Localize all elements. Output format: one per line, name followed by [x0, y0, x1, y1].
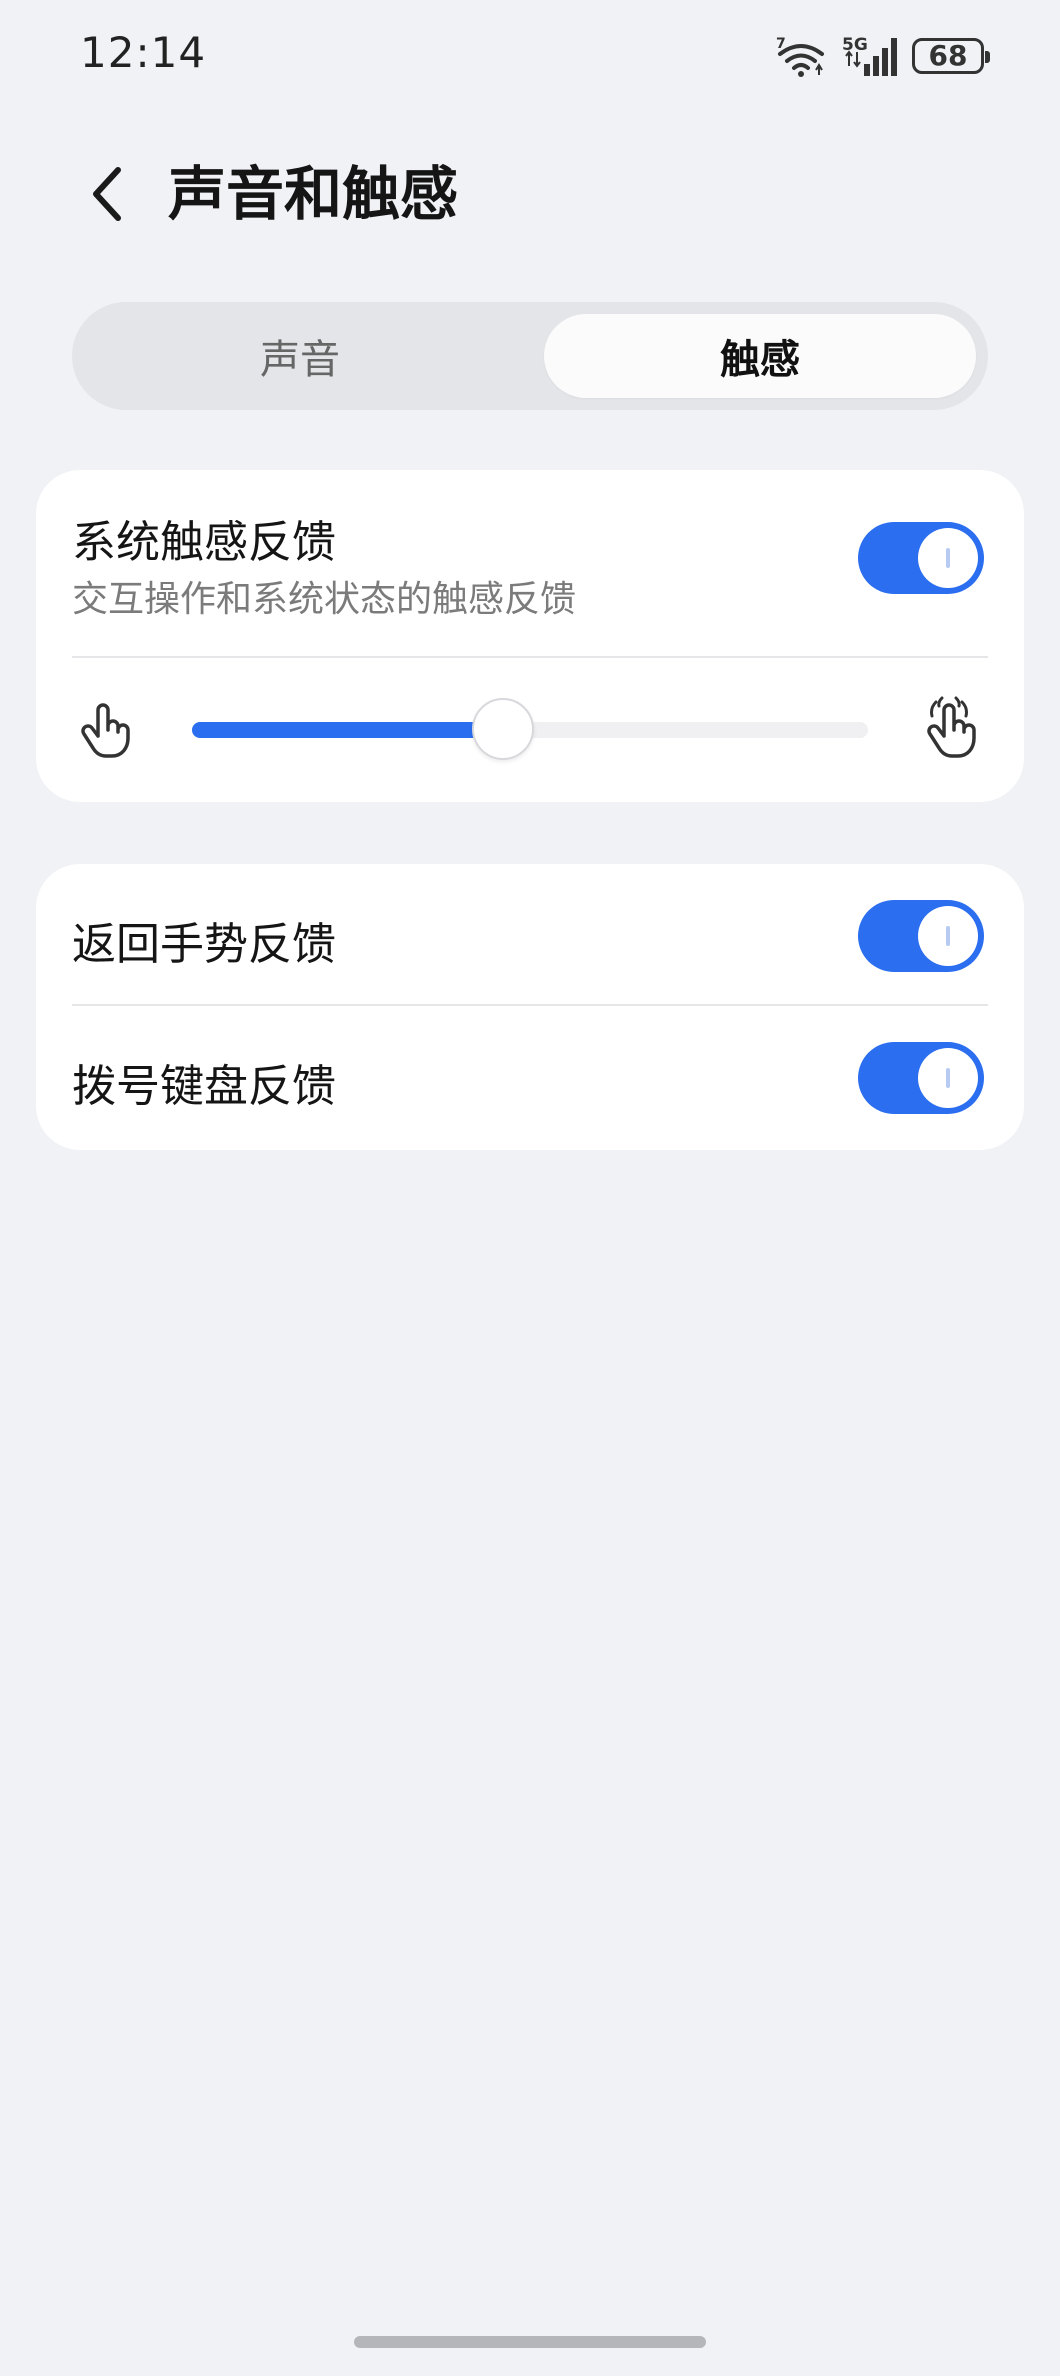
- tab-haptics[interactable]: 触感: [544, 314, 976, 398]
- hand-tap-light-icon: [81, 703, 130, 758]
- system-haptics-card: 系统触感反馈 交互操作和系统状态的触感反馈: [36, 470, 1024, 802]
- slider-fill: [192, 722, 503, 738]
- back-gesture-feedback-label: 返回手势反馈: [72, 919, 336, 970]
- dialpad-feedback-label: 拨号键盘反馈: [72, 1061, 336, 1112]
- slider-thumb[interactable]: [471, 698, 534, 760]
- status-bar: 12:14 7 5G 68: [0, 0, 1060, 110]
- home-indicator[interactable]: [354, 2336, 706, 2348]
- toggle-knob: [918, 1048, 978, 1108]
- status-time: 12:14: [80, 28, 207, 77]
- divider: [72, 656, 988, 658]
- battery-icon: 68: [912, 38, 990, 74]
- dialpad-feedback-toggle[interactable]: [858, 1042, 984, 1114]
- hand-tap-strong-icon: [927, 696, 976, 758]
- header: 声音和触感: [0, 140, 1060, 240]
- tab-bar: 声音 触感: [72, 302, 988, 410]
- back-gesture-feedback-toggle[interactable]: [858, 900, 984, 972]
- network-label: 5G: [842, 35, 868, 55]
- system-haptics-toggle[interactable]: [858, 522, 984, 594]
- gesture-feedback-card: 返回手势反馈 拨号键盘反馈: [36, 864, 1024, 1150]
- system-haptics-title: 系统触感反馈: [72, 517, 336, 568]
- battery-level: 68: [928, 39, 968, 72]
- divider: [72, 1004, 988, 1006]
- signal-icon: 5G: [842, 34, 898, 78]
- status-icons: 7 5G 68: [774, 34, 990, 78]
- tab-sound[interactable]: 声音: [84, 314, 516, 398]
- page-title: 声音和触感: [168, 160, 459, 228]
- chevron-left-icon: [93, 167, 121, 221]
- wifi-icon: 7: [774, 34, 828, 78]
- back-button[interactable]: [70, 158, 142, 230]
- toggle-knob: [918, 528, 978, 588]
- haptic-intensity-slider[interactable]: [192, 698, 868, 760]
- system-haptics-subtitle: 交互操作和系统状态的触感反馈: [72, 579, 577, 620]
- toggle-knob: [918, 906, 978, 966]
